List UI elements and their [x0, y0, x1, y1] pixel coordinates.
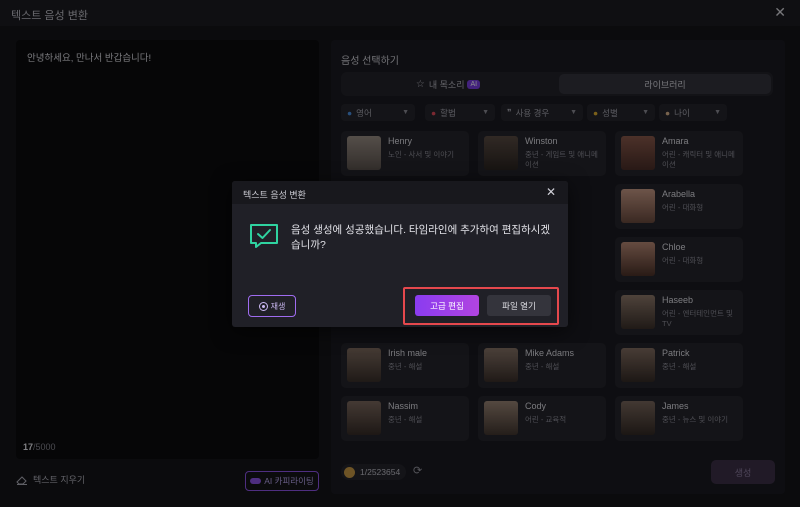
check-message-icon — [250, 224, 278, 248]
close-icon[interactable]: ✕ — [546, 185, 556, 199]
dialog-header: 텍스트 음성 변환 ✕ — [232, 181, 568, 204]
dialog-title: 텍스트 음성 변환 — [243, 190, 306, 200]
replay-button[interactable]: 재생 — [248, 295, 296, 317]
dialog-message: 음성 생성에 성공했습니다. 타임라인에 추가하여 편집하시겠습니까? — [291, 224, 551, 251]
replay-label: 재생 — [270, 301, 286, 311]
highlight-box — [403, 287, 559, 325]
play-icon — [258, 301, 268, 311]
